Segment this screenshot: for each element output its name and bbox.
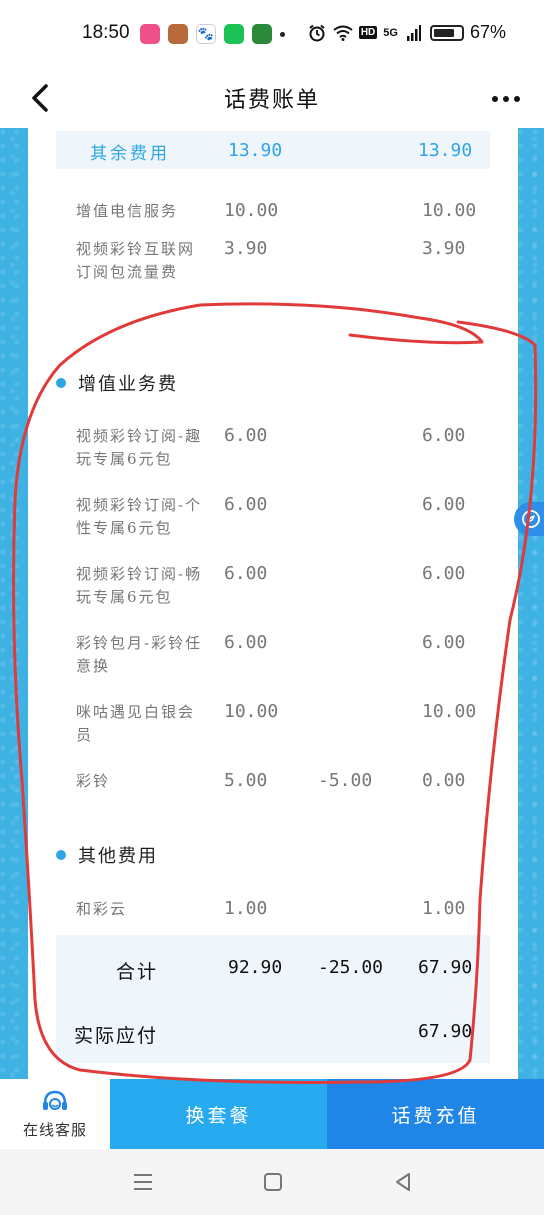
nav-menu-button[interactable] xyxy=(128,1169,158,1195)
list-item: 视频彩铃订阅-个性专属6元包 6.00 6.00 xyxy=(28,494,518,542)
item-actual: 10.00 xyxy=(422,701,477,722)
item-actual: 3.90 xyxy=(422,238,466,259)
system-nav-bar xyxy=(0,1149,544,1215)
home-square-icon xyxy=(264,1173,282,1191)
item-amount: 5.00 xyxy=(224,770,268,791)
item-actual: 6.00 xyxy=(422,425,466,446)
item-discount: -5.00 xyxy=(318,770,373,791)
total-label: 合计 xyxy=(116,961,159,983)
more-dot-icon xyxy=(492,96,498,102)
item-amount: 6.00 xyxy=(224,632,268,653)
list-item: 视频彩铃订阅-趣玩专属6元包 6.00 6.00 xyxy=(28,425,518,473)
section-title: 其他费用 xyxy=(78,846,158,867)
item-amount: 10.00 xyxy=(224,701,279,722)
bottom-action-bar: 在线客服 换套餐 话费充值 xyxy=(0,1079,544,1149)
item-name: 视频彩铃互联网订阅包流量费 xyxy=(76,240,196,281)
item-actual: 0.00 xyxy=(422,770,466,791)
item-name: 视频彩铃订阅-个性专属6元包 xyxy=(76,496,203,537)
subtotal-amount: 13.90 xyxy=(228,140,283,161)
item-name: 增值电信服务 xyxy=(76,202,179,220)
app-icon-pink xyxy=(140,24,160,44)
compass-float-button[interactable] xyxy=(514,502,544,536)
list-item: 视频彩铃互联网订阅包流量费 3.90 3.90 xyxy=(28,238,518,310)
network-5g: 5G xyxy=(383,26,398,39)
item-amount: 1.00 xyxy=(224,898,268,919)
payable-label: 实际应付 xyxy=(74,1025,159,1047)
nav-back-button[interactable] xyxy=(388,1169,418,1195)
item-actual: 6.00 xyxy=(422,632,466,653)
section-dot xyxy=(56,378,66,388)
item-amount: 6.00 xyxy=(224,425,268,446)
status-bar: 18:50 🐾 HD 5G 67% xyxy=(0,0,544,70)
subtotal-actual: 13.90 xyxy=(418,140,473,161)
more-dot-icon xyxy=(503,96,509,102)
subtotal-row: 其余费用 13.90 13.90 xyxy=(56,131,490,169)
headset-icon xyxy=(43,1090,67,1110)
item-amount: 6.00 xyxy=(224,563,268,584)
signal-icon xyxy=(404,23,424,43)
total-summary: 合计 92.90 -25.00 67.90 实际应付 67.90 xyxy=(56,935,490,1063)
item-name: 彩铃 xyxy=(76,772,111,790)
change-plan-button[interactable]: 换套餐 xyxy=(110,1079,327,1149)
more-dot-icon xyxy=(514,96,520,102)
list-item: 咪咕遇见白银会员 10.00 10.00 xyxy=(28,701,518,749)
status-app-icons: 🐾 xyxy=(140,24,272,44)
recharge-button[interactable]: 话费充值 xyxy=(327,1079,544,1149)
back-triangle-icon xyxy=(396,1173,410,1191)
item-name: 视频彩铃订阅-趣玩专属6元包 xyxy=(76,427,203,468)
battery-percent: 67% xyxy=(469,22,506,42)
app-header: 话费账单 xyxy=(0,70,544,128)
section-header: 其他费用 xyxy=(56,842,158,868)
item-amount: 6.00 xyxy=(224,494,268,515)
wifi-icon xyxy=(333,23,353,43)
alarm-icon xyxy=(307,23,327,43)
item-name: 和彩云 xyxy=(76,900,128,918)
notification-dot xyxy=(280,32,285,37)
section-header: 增值业务费 xyxy=(56,370,178,396)
subtotal-name: 其余费用 xyxy=(90,144,170,164)
section-dot xyxy=(56,850,66,860)
app-icon-oppo xyxy=(252,24,272,44)
list-item: 增值电信服务 10.00 10.00 xyxy=(28,200,518,230)
status-indicators: HD 5G 67% xyxy=(307,22,506,43)
app-icon-game xyxy=(168,24,188,44)
hd-badge: HD xyxy=(358,26,378,39)
item-amount: 10.00 xyxy=(224,200,279,221)
item-amount: 3.90 xyxy=(224,238,268,259)
app-icon-paw: 🐾 xyxy=(196,24,216,44)
total-actual: 67.90 xyxy=(418,957,473,978)
total-discount: -25.00 xyxy=(318,957,384,978)
menu-icon xyxy=(134,1174,152,1190)
item-actual: 6.00 xyxy=(422,563,466,584)
status-time: 18:50 xyxy=(82,22,130,43)
section-title: 增值业务费 xyxy=(78,374,178,395)
list-item: 和彩云 1.00 1.00 xyxy=(28,898,518,928)
item-actual: 10.00 xyxy=(422,200,477,221)
customer-service-button[interactable]: 在线客服 xyxy=(0,1079,110,1149)
list-item: 彩铃 5.00 -5.00 0.00 xyxy=(28,770,518,800)
compass-icon xyxy=(522,510,540,528)
app-icon-iqiyi xyxy=(224,24,244,44)
nav-home-button[interactable] xyxy=(258,1169,288,1195)
item-name: 彩铃包月-彩铃任意换 xyxy=(76,634,203,675)
payable-actual: 67.90 xyxy=(418,1021,473,1042)
more-options-button[interactable] xyxy=(488,84,524,114)
list-item: 视频彩铃订阅-畅玩专属6元包 6.00 6.00 xyxy=(28,563,518,611)
item-actual: 6.00 xyxy=(422,494,466,515)
battery-icon xyxy=(429,24,464,41)
page-title: 话费账单 xyxy=(223,88,320,113)
list-item: 彩铃包月-彩铃任意换 6.00 6.00 xyxy=(28,632,518,680)
customer-service-label: 在线客服 xyxy=(22,1121,87,1139)
total-amount: 92.90 xyxy=(228,957,283,978)
item-name: 咪咕遇见白银会员 xyxy=(76,703,196,744)
item-name: 视频彩铃订阅-畅玩专属6元包 xyxy=(76,565,203,606)
item-actual: 1.00 xyxy=(422,898,466,919)
